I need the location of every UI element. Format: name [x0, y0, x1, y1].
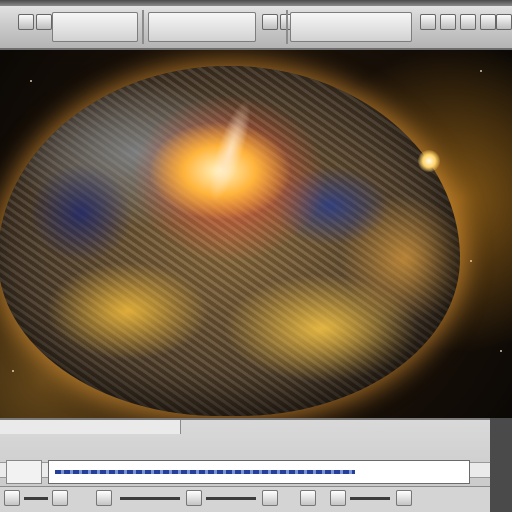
status-button-4[interactable]	[186, 490, 202, 506]
panel-scrollbar[interactable]	[490, 418, 512, 512]
toolbar-icon-6[interactable]	[440, 14, 456, 30]
toolbar-icon-8[interactable]	[480, 14, 496, 30]
status-button-1[interactable]	[4, 490, 20, 506]
toolbar-group-2[interactable]	[148, 12, 256, 42]
status-button-6[interactable]	[300, 490, 316, 506]
toolbar-group-1[interactable]	[52, 12, 138, 42]
star	[480, 70, 482, 72]
path-field[interactable]	[48, 460, 470, 484]
toolbar-separator	[142, 10, 144, 44]
status-button-3[interactable]	[96, 490, 112, 506]
star	[470, 260, 472, 262]
toolbar-icon-9[interactable]	[496, 14, 512, 30]
status-separator	[120, 497, 180, 500]
lens-flare	[418, 150, 440, 172]
status-separator	[24, 497, 48, 500]
toolbar-separator	[286, 10, 288, 44]
star	[30, 80, 32, 82]
toolbar-icon-1[interactable]	[18, 14, 34, 30]
toolbar-icon-7[interactable]	[460, 14, 476, 30]
title-strip	[0, 0, 512, 6]
toolbar-icon-3[interactable]	[262, 14, 278, 30]
panel-tab-marker	[252, 422, 272, 430]
path-text-blur	[55, 469, 355, 474]
panel-tab[interactable]	[0, 420, 181, 434]
status-separator	[206, 497, 256, 500]
panel-thumbnail[interactable]	[6, 460, 42, 484]
toolbar-group-3[interactable]	[290, 12, 412, 42]
star	[500, 350, 502, 352]
status-separator	[350, 497, 390, 500]
panel-tab-marker	[340, 422, 360, 430]
main-toolbar	[0, 0, 512, 50]
status-button-5[interactable]	[262, 490, 278, 506]
toolbar-icon-2[interactable]	[36, 14, 52, 30]
toolbar-icon-5[interactable]	[420, 14, 436, 30]
status-button-2[interactable]	[52, 490, 68, 506]
star	[12, 370, 14, 372]
status-button-7[interactable]	[330, 490, 346, 506]
status-button-8[interactable]	[396, 490, 412, 506]
render-viewport[interactable]	[0, 50, 512, 420]
